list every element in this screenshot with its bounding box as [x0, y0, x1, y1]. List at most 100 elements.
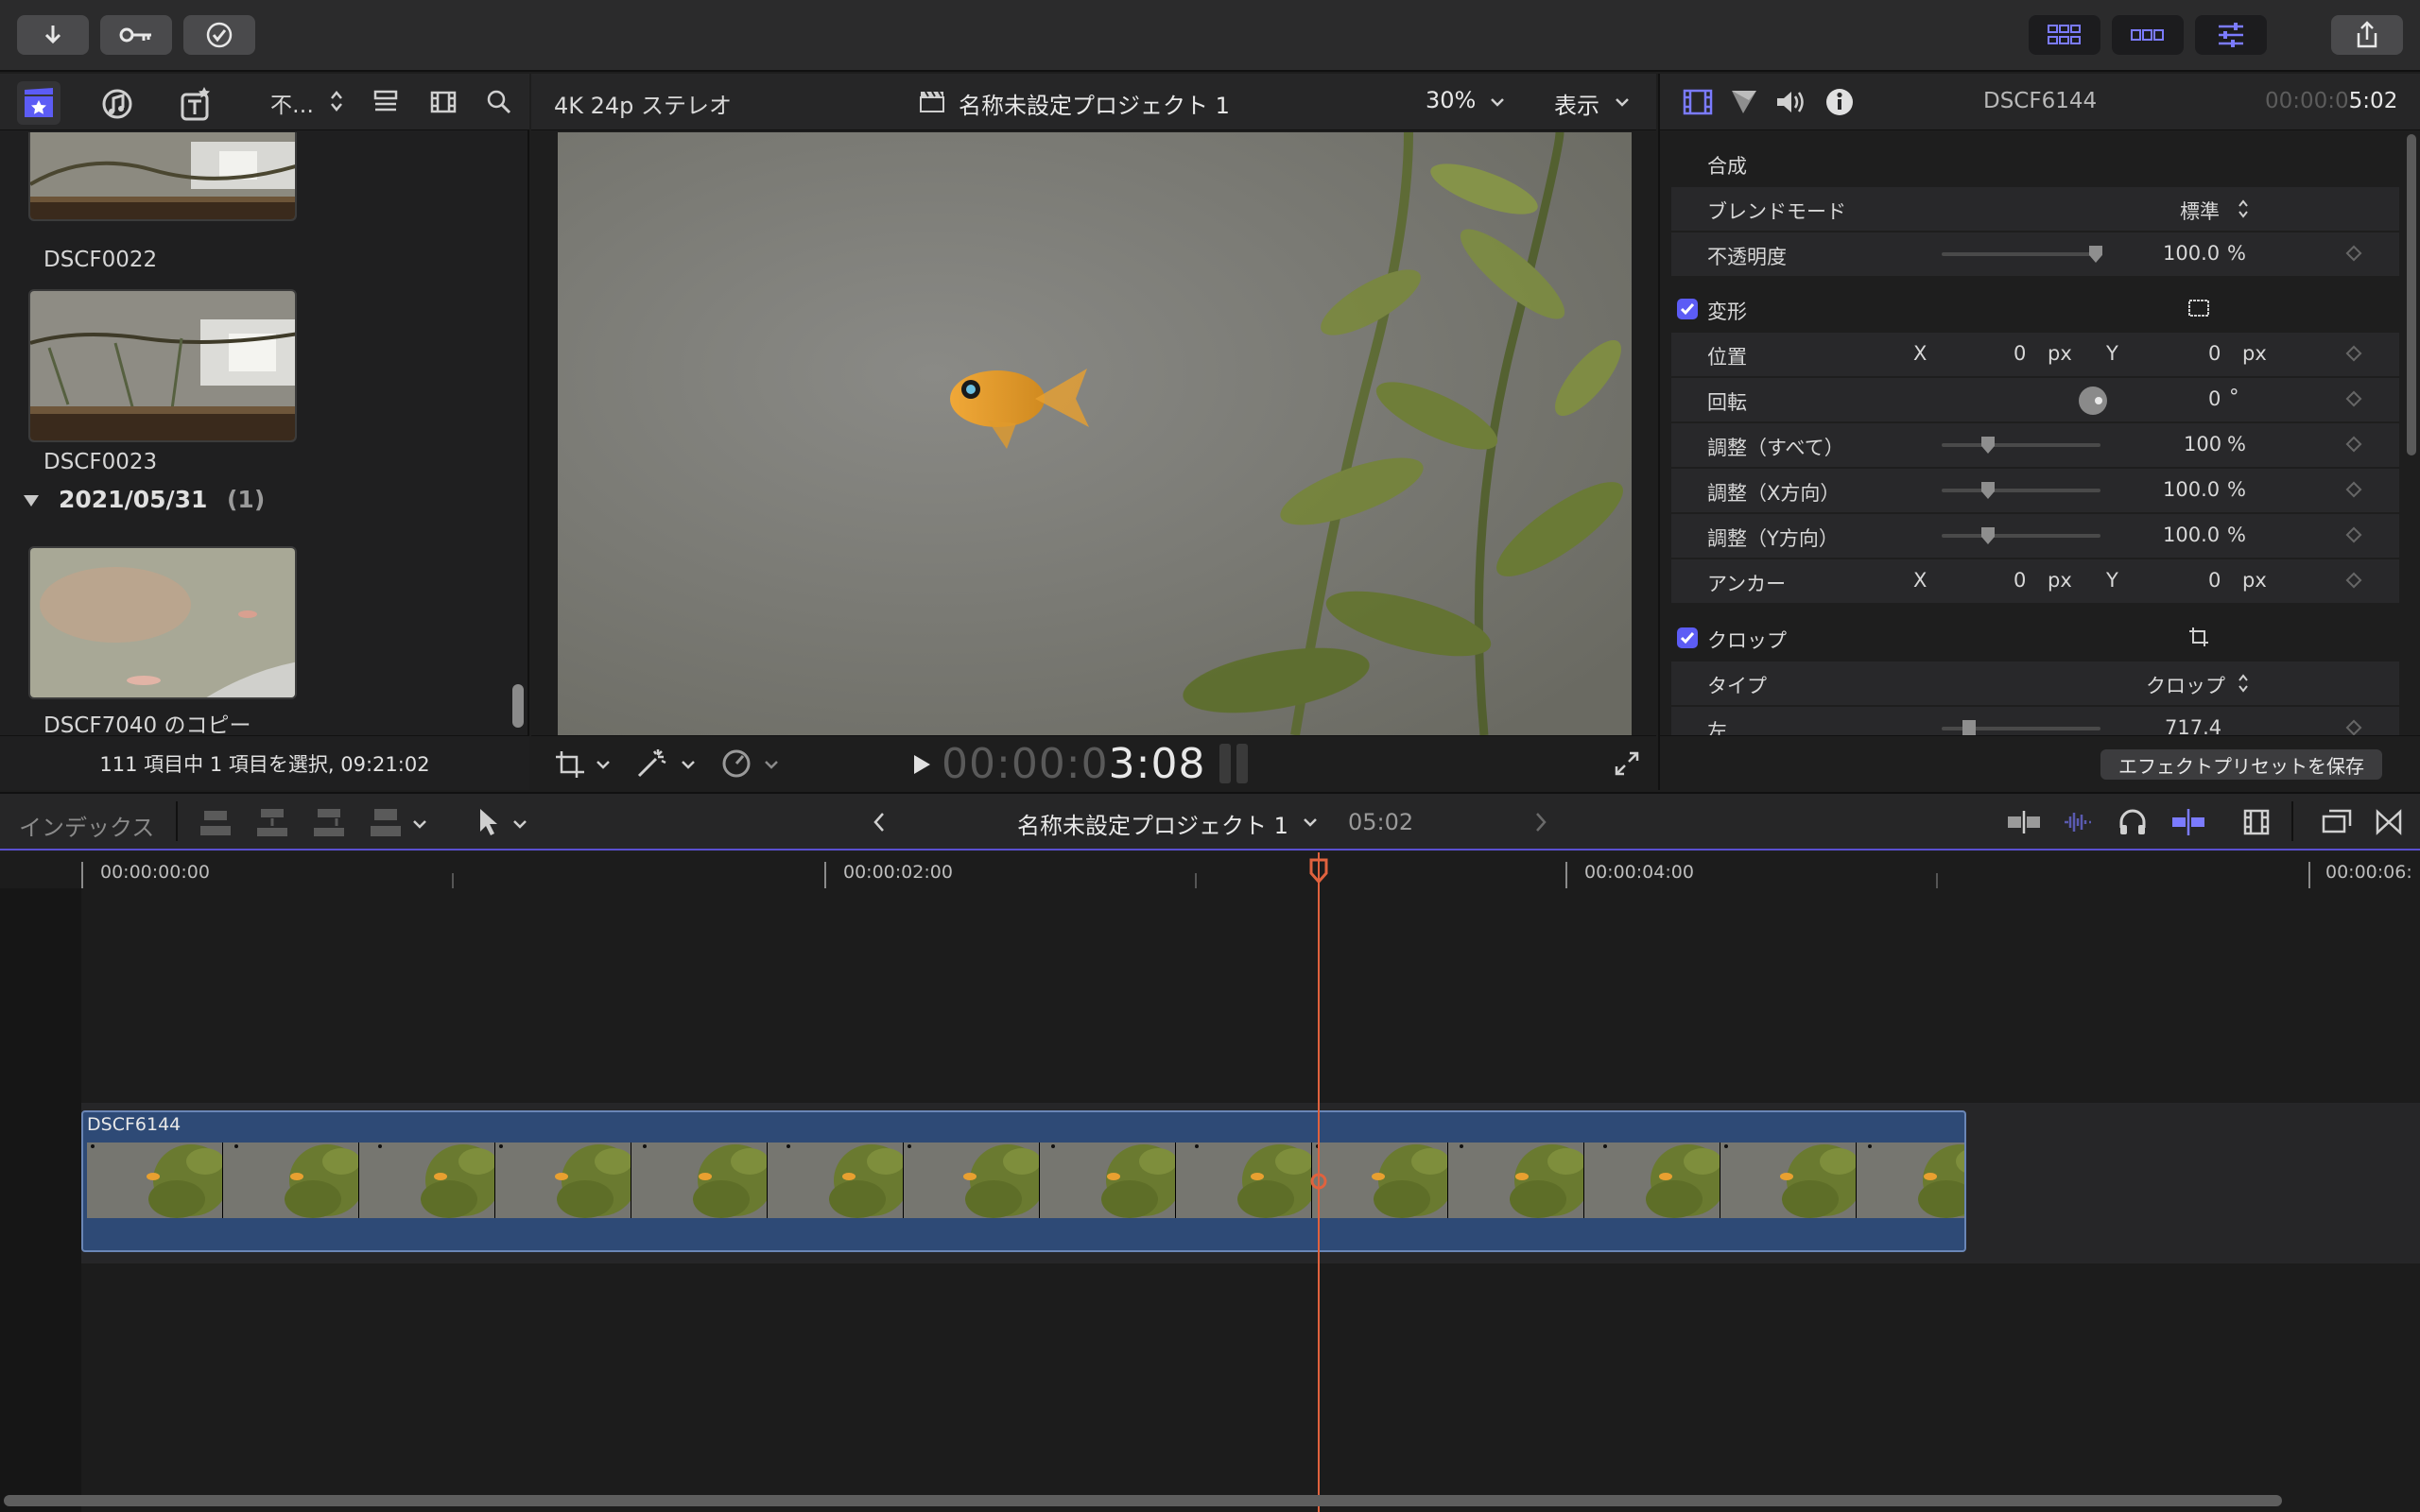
search-icon[interactable] — [486, 89, 512, 115]
composite-section-header[interactable]: 合成 — [1671, 142, 2399, 185]
browser-toggle-button[interactable] — [2029, 15, 2100, 55]
browser-scrollbar[interactable] — [512, 684, 524, 728]
insert-clip-icon[interactable] — [255, 807, 289, 839]
opacity-slider[interactable] — [1942, 252, 2100, 256]
inspector-toggle-button[interactable] — [2195, 15, 2267, 55]
forward-arrow-icon[interactable] — [1533, 811, 1548, 833]
keyframe-diamond[interactable] — [2345, 436, 2362, 453]
filmstrip-icon[interactable] — [2242, 807, 2271, 837]
scale-y-value[interactable]: 100.0 — [2163, 524, 2220, 546]
share-button[interactable] — [2331, 15, 2403, 55]
scale-all-slider[interactable] — [1942, 443, 2100, 447]
chevron-down-icon[interactable] — [512, 818, 527, 830]
audio-waveform-icon[interactable] — [2061, 807, 2095, 837]
photos-audio-tab[interactable] — [98, 83, 138, 123]
index-button[interactable]: インデックス — [19, 809, 154, 842]
updown-chevron-icon[interactable] — [2237, 198, 2250, 219]
blend-mode-popup[interactable]: 標準 — [2180, 197, 2220, 225]
anchor-y-value[interactable]: 0 — [2208, 569, 2221, 592]
info-inspector-icon[interactable] — [1824, 87, 1855, 117]
keyframe-diamond[interactable] — [2345, 481, 2362, 498]
scale-x-slider[interactable] — [1942, 489, 2100, 492]
scale-all-slider-knob[interactable] — [1981, 437, 1995, 454]
transform-section-header[interactable]: 変形 — [1671, 287, 2399, 331]
video-inspector-icon[interactable] — [1683, 89, 1713, 115]
filmstrip-view-icon[interactable] — [429, 89, 458, 115]
disclosure-triangle-icon[interactable] — [23, 493, 40, 508]
crop-section-header[interactable]: クロップ — [1671, 616, 2399, 660]
keyframe-diamond[interactable] — [2345, 572, 2362, 589]
retime-speed-icon[interactable] — [720, 747, 752, 780]
overwrite-clip-icon[interactable] — [369, 807, 403, 839]
effects-browser-icon[interactable] — [2375, 809, 2403, 835]
play-icon[interactable] — [911, 753, 932, 776]
list-view-icon[interactable] — [372, 89, 399, 115]
updown-chevron-icon[interactable] — [329, 89, 344, 113]
rotation-value[interactable]: 0 — [2208, 387, 2221, 410]
chevron-down-icon[interactable] — [1303, 816, 1318, 828]
anchor-x-value[interactable]: 0 — [2014, 569, 2026, 592]
timeline-scrollbar[interactable] — [4, 1495, 2282, 1506]
libraries-tab[interactable] — [17, 81, 60, 125]
transform-tool-icon[interactable] — [554, 749, 586, 780]
titles-generators-tab[interactable] — [178, 83, 217, 123]
inspector-scrollbar[interactable] — [2407, 134, 2416, 455]
position-y-value[interactable]: 0 — [2208, 342, 2221, 365]
timeline-index-icon[interactable] — [2322, 807, 2352, 837]
connect-clip-icon[interactable] — [199, 807, 233, 839]
chevron-down-icon[interactable] — [596, 759, 611, 770]
timeline-toggle-button[interactable] — [2112, 15, 2184, 55]
crop-left-value[interactable]: 717.4 — [2165, 716, 2221, 735]
clip-appearance-icon[interactable] — [2006, 809, 2042, 835]
position-x-value[interactable]: 0 — [2014, 342, 2026, 365]
playhead[interactable] — [1309, 852, 1328, 1512]
view-menu[interactable]: 表示 — [1554, 87, 1599, 120]
transform-checkbox[interactable] — [1677, 299, 1698, 319]
clip-thumbnail[interactable] — [28, 546, 297, 699]
zoom-menu[interactable]: 30% — [1426, 87, 1476, 113]
rotation-dial[interactable] — [2078, 386, 2108, 416]
chevron-down-icon[interactable] — [1615, 96, 1630, 108]
append-clip-icon[interactable] — [312, 807, 346, 839]
scale-y-slider[interactable] — [1942, 534, 2100, 538]
timecode-display[interactable]: 00:00:03:08 — [942, 740, 1205, 788]
time-ruler[interactable]: 00:00:00:00 00:00:02:00 00:00:04:00 00:0… — [0, 852, 2420, 888]
timeline-project-title[interactable]: 名称未設定プロジェクト 1 — [1017, 807, 1288, 840]
scale-all-value[interactable]: 100 — [2184, 433, 2221, 455]
scale-x-value[interactable]: 100.0 — [2163, 478, 2220, 501]
keyframe-diamond[interactable] — [2345, 719, 2362, 735]
color-inspector-icon[interactable] — [1730, 89, 1758, 115]
magic-wand-icon[interactable] — [635, 747, 669, 780]
chevron-down-icon[interactable] — [412, 818, 427, 830]
keyword-button[interactable] — [100, 15, 172, 55]
chevron-down-icon[interactable] — [681, 759, 696, 770]
crop-onscreen-icon[interactable] — [2187, 626, 2210, 648]
fullscreen-icon[interactable] — [1613, 749, 1641, 778]
playhead-handle[interactable] — [1309, 858, 1328, 883]
crop-checkbox[interactable] — [1677, 627, 1698, 648]
keyframe-diamond[interactable] — [2345, 345, 2362, 362]
back-arrow-icon[interactable] — [872, 811, 887, 833]
keyframe-diamond[interactable] — [2345, 390, 2362, 407]
opacity-value[interactable]: 100.0 — [2163, 242, 2220, 265]
chevron-down-icon[interactable] — [764, 759, 779, 770]
audio-inspector-icon[interactable] — [1775, 89, 1807, 115]
crop-type-popup[interactable]: クロップ — [2146, 671, 2225, 699]
updown-chevron-icon[interactable] — [2237, 673, 2250, 694]
chevron-down-icon[interactable] — [1490, 96, 1505, 108]
arrow-tool-icon[interactable] — [476, 807, 499, 837]
scale-y-slider-knob[interactable] — [1981, 527, 1995, 544]
import-button[interactable] — [17, 15, 89, 55]
timeline-clip[interactable]: DSCF6144 — [81, 1110, 1966, 1252]
opacity-slider-knob[interactable] — [2089, 246, 2102, 263]
save-effects-preset-button[interactable]: エフェクトプリセットを保存 — [2100, 749, 2382, 780]
crop-left-slider-knob[interactable] — [1962, 720, 1976, 735]
keyframe-diamond[interactable] — [2345, 245, 2362, 262]
headphones-icon[interactable] — [2118, 807, 2148, 837]
transform-onscreen-icon[interactable] — [2187, 297, 2210, 319]
clip-thumbnail[interactable] — [28, 289, 297, 442]
scale-x-slider-knob[interactable] — [1981, 482, 1995, 499]
keyframe-diamond[interactable] — [2345, 526, 2362, 543]
clip-thumbnail[interactable] — [28, 132, 297, 221]
filter-menu[interactable]: 不… — [270, 87, 314, 119]
